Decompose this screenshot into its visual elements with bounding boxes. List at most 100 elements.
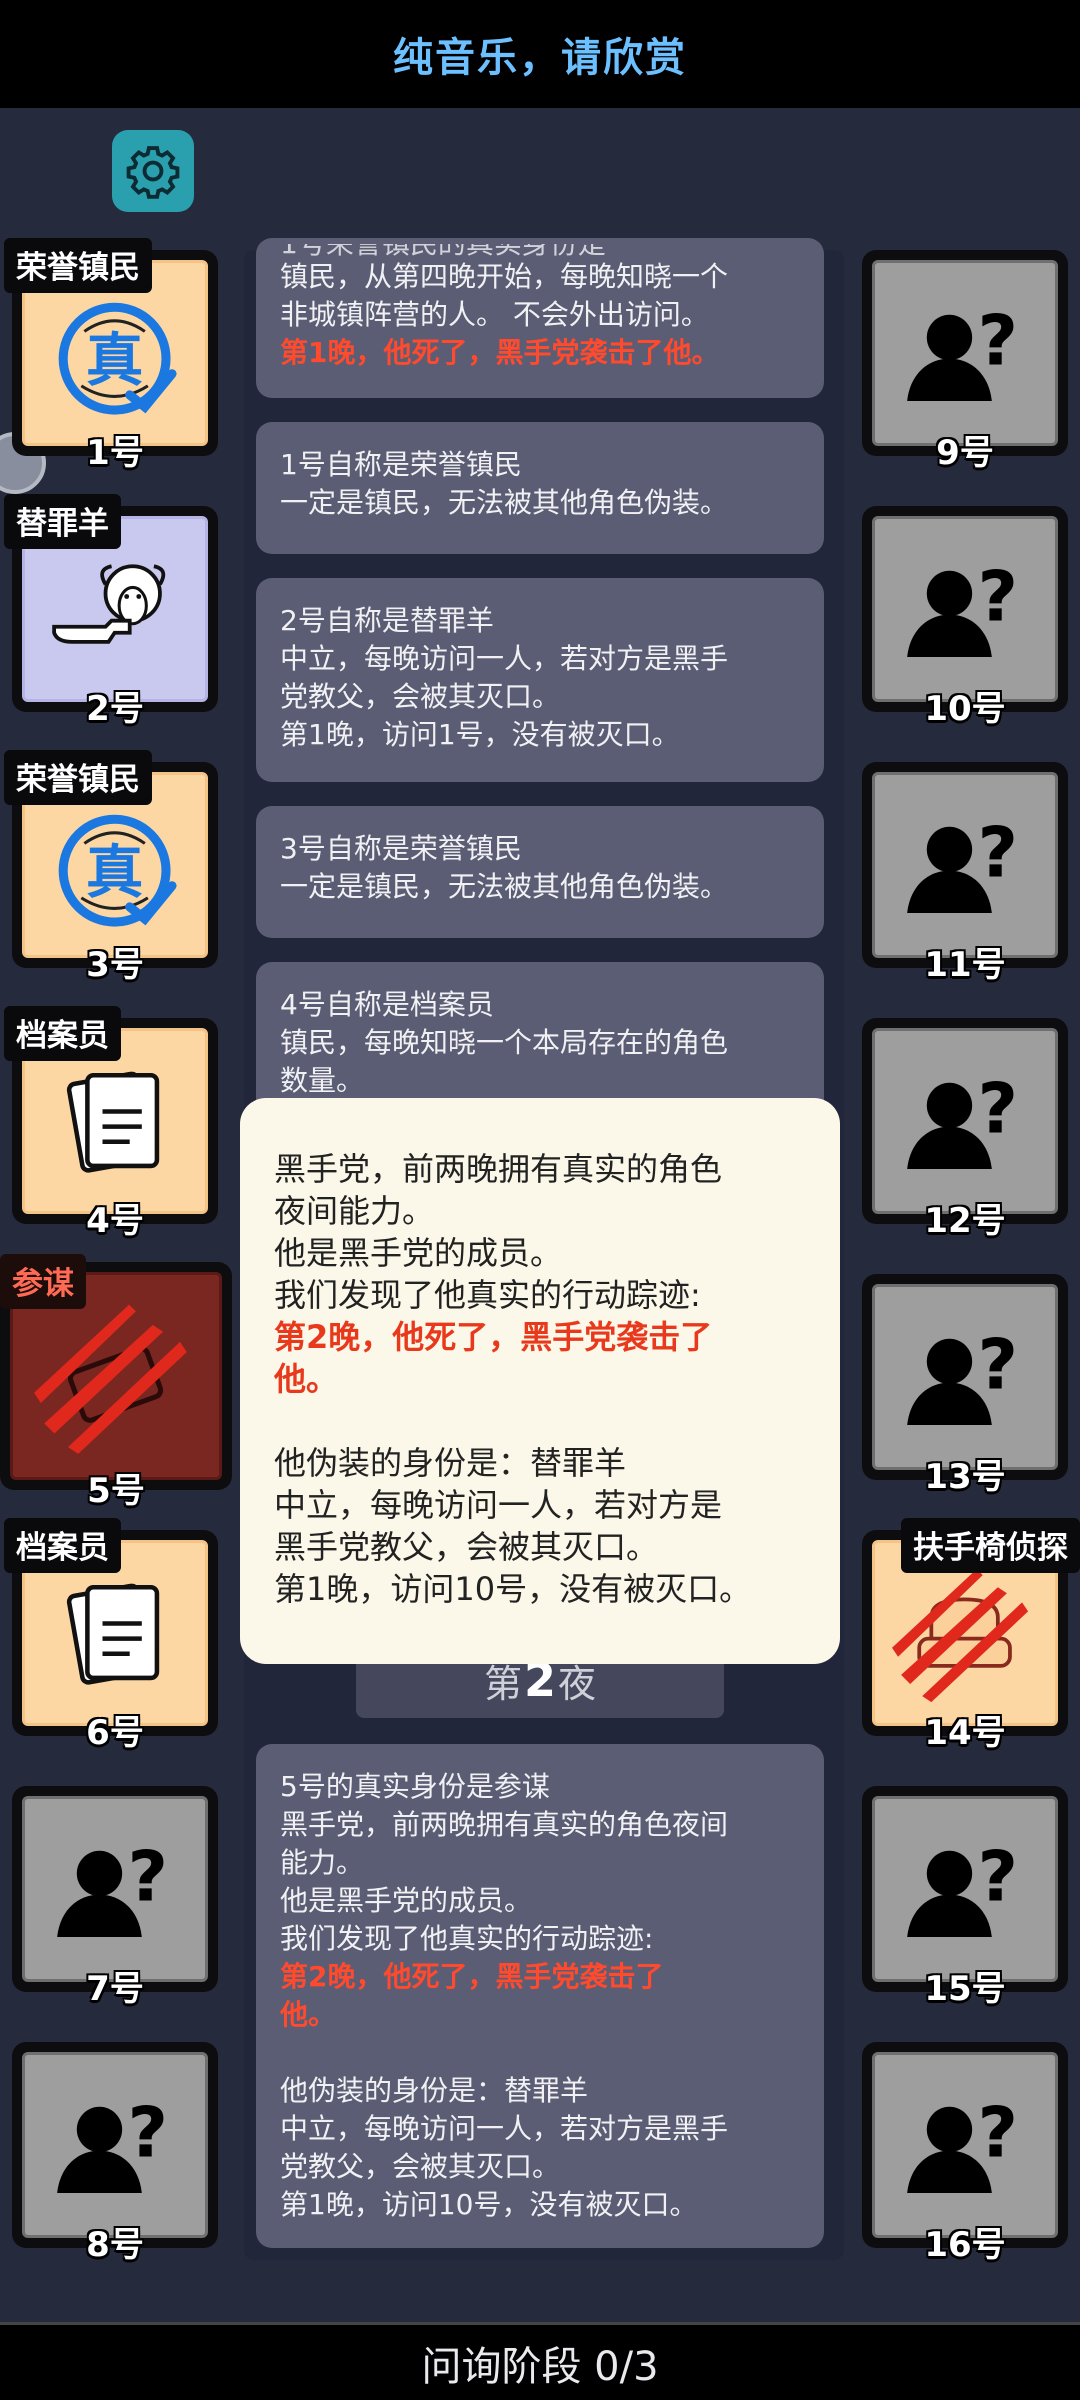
player-slot-9[interactable]: ? 9号 xyxy=(850,250,1068,473)
log-text: 1号自称是荣誉镇民 一定是镇民，无法被其他角色伪装。 xyxy=(280,448,729,519)
svg-text:?: ? xyxy=(128,2093,168,2174)
log-card-player-1-true: 1号荣誉镇民的真实身份是 镇民，从第四晚开始，每晚知晓一个 非城镇阵营的人。 不… xyxy=(256,238,824,398)
player-card-art: ? xyxy=(872,516,1058,702)
player-slot-2[interactable]: 2号 替罪羊 xyxy=(0,494,218,729)
log-card-player-3-claim: 3号自称是荣誉镇民 一定是镇民，无法被其他角色伪装。 xyxy=(256,806,824,938)
player-card-art: ? xyxy=(872,260,1058,446)
settings-button[interactable] xyxy=(112,130,194,212)
svg-text:?: ? xyxy=(978,1837,1018,1918)
log-text: 镇民，从第四晚开始，每晚知晓一个 非城镇阵营的人。 不会外出访问。 xyxy=(280,260,729,331)
log-text: 2号自称是替罪羊 中立，每晚访问一人，若对方是黑手 党教父，会被其灭口。 第1晚… xyxy=(280,604,729,751)
svg-text:?: ? xyxy=(978,1069,1018,1150)
player-slot-3[interactable]: 真 3号 荣誉镇民 xyxy=(0,750,218,985)
player-slot-14[interactable]: 14号 扶手椅侦探 xyxy=(850,1518,1080,1753)
player-number: 3号 xyxy=(86,945,144,985)
svg-text:?: ? xyxy=(978,2093,1018,2174)
sheep-pointing-icon xyxy=(39,533,190,684)
player-number: 12号 xyxy=(924,1201,1006,1241)
player-card-art: ? xyxy=(22,1796,208,1982)
unknown-person-icon: ? xyxy=(889,277,1040,428)
unknown-person-icon: ? xyxy=(39,1813,190,1964)
player-number: 1号 xyxy=(86,433,144,473)
player-slot-7[interactable]: ? 7号 xyxy=(0,1786,218,2009)
unknown-person-icon: ? xyxy=(889,1301,1040,1452)
player-slot-5[interactable]: 5号 参谋 xyxy=(0,1254,232,1511)
log-card-player-5-true: 5号的真实身份是参谋 黑手党，前两晚拥有真实的角色夜间 能力。 他是黑手党的成员… xyxy=(256,1744,824,2248)
player-slot-11[interactable]: ? 11号 xyxy=(850,762,1068,985)
player-card-art: ? xyxy=(872,1796,1058,1982)
unknown-person-icon: ? xyxy=(889,1813,1040,1964)
player-slot-15[interactable]: ? 15号 xyxy=(850,1786,1068,2009)
player-number: 10号 xyxy=(924,689,1006,729)
role-tag: 替罪羊 xyxy=(4,494,121,549)
player-number: 6号 xyxy=(86,1713,144,1753)
player-card-art: ? xyxy=(872,1028,1058,1214)
player-number: 4号 xyxy=(86,1201,144,1241)
unknown-person-icon: ? xyxy=(889,533,1040,684)
player-slot-6[interactable]: 6号 档案员 xyxy=(0,1518,218,1753)
log-text: 3号自称是荣誉镇民 一定是镇民，无法被其他角色伪装。 xyxy=(280,832,729,903)
top-banner: 纯音乐，请欣赏 xyxy=(0,0,1080,108)
player-number: 9号 xyxy=(936,433,994,473)
claw-slash-icon xyxy=(29,1291,202,1461)
player-number: 14号 xyxy=(924,1713,1006,1753)
documents-icon xyxy=(39,1045,190,1196)
player-slot-10[interactable]: ? 10号 xyxy=(850,506,1068,729)
svg-text:?: ? xyxy=(978,1325,1018,1406)
unknown-person-icon: ? xyxy=(889,789,1040,940)
player-card-art: ? xyxy=(22,2052,208,2238)
player-slot-13[interactable]: ? 13号 xyxy=(850,1274,1068,1497)
player-number: 15号 xyxy=(924,1969,1006,2009)
popup-death-text: 第2晚，他死了，黑手党袭击了 他。 xyxy=(274,1318,713,1398)
player-number: 7号 xyxy=(86,1969,144,2009)
player-slot-8[interactable]: ? 8号 xyxy=(0,2042,218,2265)
unknown-person-icon: ? xyxy=(889,2069,1040,2220)
phase-label: 问询阶段 0/3 xyxy=(421,2343,659,2390)
player-number: 5号 xyxy=(87,1471,145,1511)
role-detail-popup[interactable]: 黑手党，前两晚拥有真实的角色 夜间能力。 他是黑手党的成员。 我们发现了他真实的… xyxy=(240,1098,840,1664)
popup-text: 黑手党，前两晚拥有真实的角色 夜间能力。 他是黑手党的成员。 我们发现了他真实的… xyxy=(274,1150,723,1314)
player-slot-4[interactable]: 4号 档案员 xyxy=(0,1006,218,1241)
svg-text:?: ? xyxy=(978,301,1018,382)
documents-icon xyxy=(39,1557,190,1708)
unknown-person-icon: ? xyxy=(889,1045,1040,1196)
popup-text: 他伪装的身份是：替罪羊 中立，每晚访问一人，若对方是 黑手党教父，会被其灭口。 … xyxy=(274,1444,752,1608)
svg-text:真: 真 xyxy=(86,839,143,906)
svg-text:?: ? xyxy=(128,1837,168,1918)
banner-title: 纯音乐，请欣赏 xyxy=(393,35,687,81)
player-slot-16[interactable]: ? 16号 xyxy=(850,2042,1068,2265)
log-card-player-1-claim: 1号自称是荣誉镇民 一定是镇民，无法被其他角色伪装。 xyxy=(256,422,824,554)
player-slot-12[interactable]: ? 12号 xyxy=(850,1018,1068,1241)
player-card-art: ? xyxy=(872,772,1058,958)
svg-text:?: ? xyxy=(978,813,1018,894)
svg-text:?: ? xyxy=(978,557,1018,638)
player-number: 13号 xyxy=(924,1457,1006,1497)
role-tag: 档案员 xyxy=(4,1518,121,1573)
player-card-art: ? xyxy=(872,1284,1058,1470)
player-number: 11号 xyxy=(924,945,1006,985)
log-death-text: 第2晚，他死了，黑手党袭击了 他。 xyxy=(280,1960,664,2031)
log-text: 他伪装的身份是：替罪羊 中立，每晚访问一人，若对方是黑手 党教父，会被其灭口。 … xyxy=(280,2074,729,2221)
true-seal-icon: 真 xyxy=(39,277,190,428)
log-text: 5号的真实身份是参谋 黑手党，前两晚拥有真实的角色夜间 能力。 他是黑手党的成员… xyxy=(280,1770,729,1955)
role-tag: 荣誉镇民 xyxy=(4,238,152,293)
log-text: 4号自称是档案员 镇民，每晚知晓一个本局存在的角色 数量。 xyxy=(280,988,729,1097)
gear-icon xyxy=(126,146,180,199)
role-tag: 扶手椅侦探 xyxy=(901,1518,1080,1573)
role-tag: 荣誉镇民 xyxy=(4,750,152,805)
player-card-art: ? xyxy=(872,2052,1058,2238)
player-slot-1[interactable]: 真 1号 荣誉镇民 xyxy=(0,238,218,473)
svg-text:真: 真 xyxy=(86,327,143,394)
role-tag: 参谋 xyxy=(0,1254,86,1309)
log-card-player-2-claim: 2号自称是替罪羊 中立，每晚访问一人，若对方是黑手 党教父，会被其灭口。 第1晚… xyxy=(256,578,824,782)
player-number: 16号 xyxy=(924,2225,1006,2265)
role-tag: 档案员 xyxy=(4,1006,121,1061)
armchair-slash-icon xyxy=(889,1557,1040,1708)
unknown-person-icon: ? xyxy=(39,2069,190,2220)
player-number: 2号 xyxy=(86,689,144,729)
log-death-text: 第1晚，他死了，黑手党袭击了他。 xyxy=(280,336,720,369)
player-number: 8号 xyxy=(86,2225,144,2265)
phase-bar: 问询阶段 0/3 xyxy=(0,2322,1080,2400)
log-line-cut: 1号荣誉镇民的真实身份是 xyxy=(280,244,800,258)
true-seal-icon: 真 xyxy=(39,789,190,940)
